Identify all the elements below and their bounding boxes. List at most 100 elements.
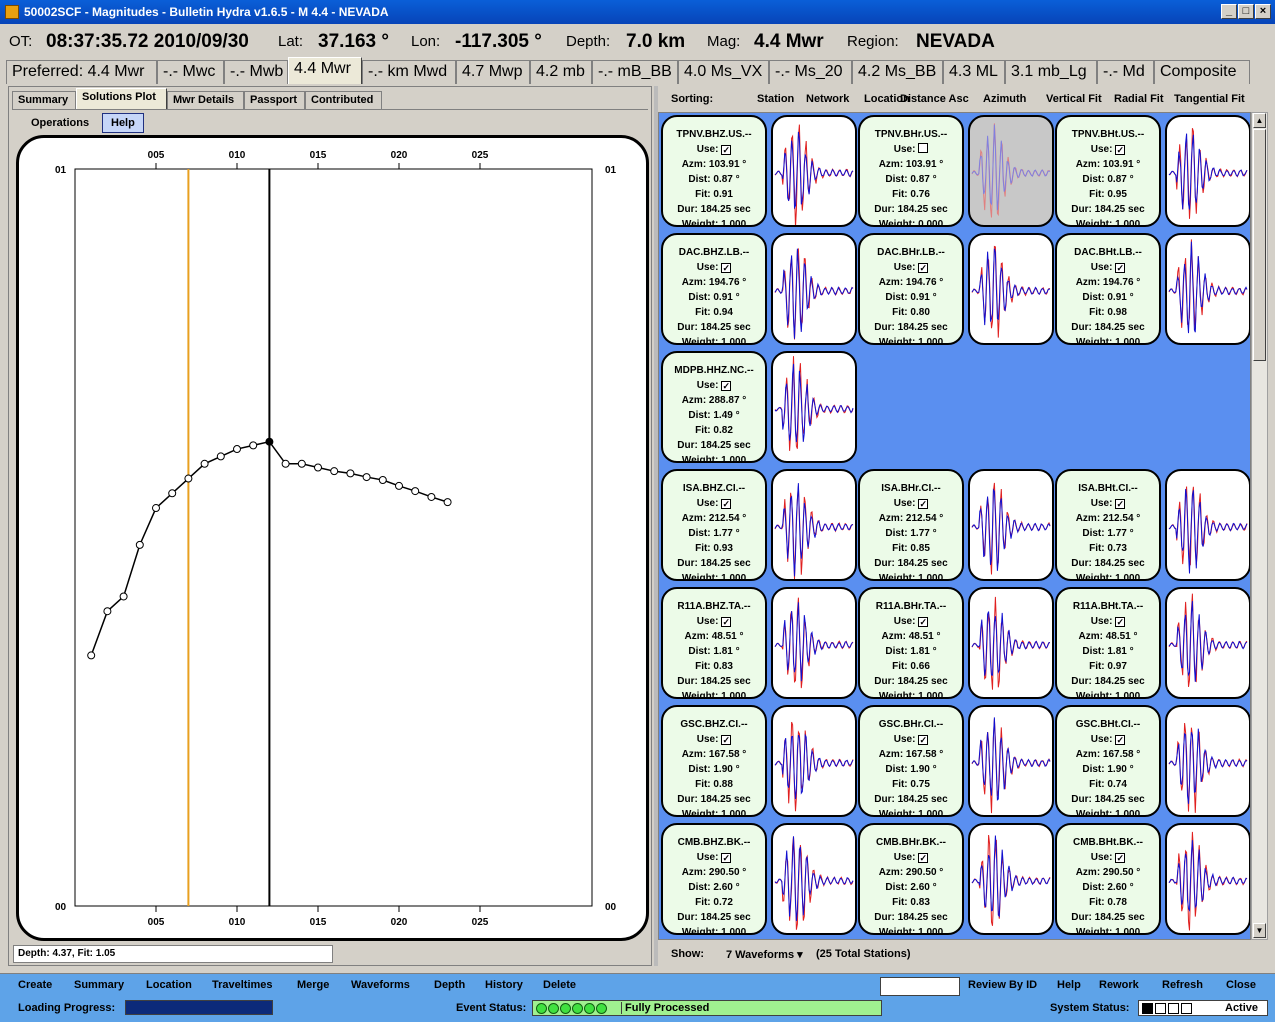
menu-history[interactable]: History xyxy=(485,979,523,991)
use-checkbox[interactable]: ✓ xyxy=(918,853,929,863)
use-checkbox[interactable]: ✓ xyxy=(1115,145,1126,155)
use-checkbox[interactable]: ✓ xyxy=(721,381,732,391)
waveform-card[interactable] xyxy=(771,115,857,227)
use-checkbox[interactable]: ✓ xyxy=(1115,499,1126,509)
sort-station[interactable]: Station xyxy=(757,93,794,105)
scroll-down-arrow-icon[interactable]: ▼ xyxy=(1253,923,1266,938)
tab-mwc[interactable]: -.- Mwc xyxy=(157,60,224,84)
use-checkbox[interactable]: ✓ xyxy=(1115,617,1126,627)
use-checkbox[interactable]: ✓ xyxy=(918,499,929,509)
waveform-card[interactable] xyxy=(968,115,1054,227)
use-checkbox[interactable]: ✓ xyxy=(721,499,732,509)
waveform-card[interactable] xyxy=(1165,823,1250,935)
station-info-card[interactable]: DAC.BHZ.LB.-- Use: ✓ Azm: 194.76 ° Dist: 0.… xyxy=(661,233,767,345)
maximize-button[interactable]: □ xyxy=(1238,4,1254,19)
help-plot-button[interactable]: Help xyxy=(102,113,144,133)
menu-create[interactable]: Create xyxy=(18,979,52,991)
station-info-card[interactable]: CMB.BHt.BK.-- Use: ✓ Azm: 290.50 ° Dist: 2.… xyxy=(1055,823,1161,935)
tab-mwr-details[interactable]: Mwr Details xyxy=(167,91,244,109)
station-info-card[interactable]: ISA.BHr.CI.-- Use: ✓ Azm: 212.54 ° Dist: 1.… xyxy=(858,469,964,581)
waveform-card[interactable] xyxy=(771,351,857,463)
station-info-card[interactable]: R11A.BHZ.TA.-- Use: ✓ Azm: 48.51 ° Dist: 1.… xyxy=(661,587,767,699)
station-info-card[interactable]: ISA.BHt.CI.-- Use: ✓ Azm: 212.54 ° Dist: 1.… xyxy=(1055,469,1161,581)
menu-close[interactable]: Close xyxy=(1226,979,1256,991)
tab-mb-lg[interactable]: 3.1 mb_Lg xyxy=(1005,60,1097,84)
station-info-card[interactable]: TPNV.BHt.US.-- Use: ✓ Azm: 103.91 ° Dist: 0… xyxy=(1055,115,1161,227)
tab-mwp[interactable]: 4.7 Mwp xyxy=(456,60,530,84)
station-info-card[interactable]: DAC.BHr.LB.-- Use: ✓ Azm: 194.76 ° Dist: 0.… xyxy=(858,233,964,345)
close-window-button[interactable]: × xyxy=(1255,4,1271,19)
use-checkbox[interactable]: ✓ xyxy=(918,617,929,627)
sort-radial-fit[interactable]: Radial Fit xyxy=(1114,93,1164,105)
waveform-card[interactable] xyxy=(1165,233,1250,345)
review-id-input[interactable] xyxy=(880,977,960,996)
waveform-card[interactable] xyxy=(968,823,1054,935)
use-checkbox[interactable]: ✓ xyxy=(1115,263,1126,273)
waveform-card[interactable] xyxy=(1165,115,1250,227)
tab-composite[interactable]: Composite xyxy=(1154,60,1250,84)
grid-scrollbar[interactable]: ▲ ▼ xyxy=(1251,112,1268,940)
sort-network[interactable]: Network xyxy=(806,93,849,105)
use-checkbox[interactable]: ✓ xyxy=(721,735,732,745)
use-checkbox[interactable]: ✓ xyxy=(1115,853,1126,863)
waveform-card[interactable] xyxy=(771,233,857,345)
tab-mb-bb[interactable]: -.- mB_BB xyxy=(592,60,678,84)
sort-tangential-fit[interactable]: Tangential Fit xyxy=(1174,93,1245,105)
scroll-thumb[interactable] xyxy=(1253,129,1266,361)
menu-review-by-id[interactable]: Review By ID xyxy=(968,979,1037,991)
tab-mwd[interactable]: -.- km Mwd xyxy=(362,60,456,84)
station-info-card[interactable]: CMB.BHr.BK.-- Use: ✓ Azm: 290.50 ° Dist: 2.… xyxy=(858,823,964,935)
station-info-card[interactable]: R11A.BHt.TA.-- Use: ✓ Azm: 48.51 ° Dist: 1.… xyxy=(1055,587,1161,699)
waveform-card[interactable] xyxy=(771,823,857,935)
use-checkbox[interactable]: ✓ xyxy=(918,263,929,273)
use-checkbox[interactable]: ✓ xyxy=(918,735,929,745)
menu-merge[interactable]: Merge xyxy=(297,979,329,991)
waveform-card[interactable] xyxy=(968,587,1054,699)
tab-ml[interactable]: 4.3 ML xyxy=(943,60,1005,84)
tab-passport[interactable]: Passport xyxy=(244,91,305,109)
waveform-card[interactable] xyxy=(1165,469,1250,581)
tab-solutions-plot[interactable]: Solutions Plot xyxy=(76,88,167,109)
use-checkbox[interactable] xyxy=(918,143,929,153)
station-info-card[interactable]: GSC.BHZ.CI.-- Use: ✓ Azm: 167.58 ° Dist: 1.… xyxy=(661,705,767,817)
station-info-card[interactable]: TPNV.BHr.US.-- Use: Azm: 103.91 ° Dist: 0.… xyxy=(858,115,964,227)
tab-preferred[interactable]: Preferred: 4.4 Mwr xyxy=(6,60,157,84)
tab-ms-bb[interactable]: 4.2 Ms_BB xyxy=(852,60,943,84)
tab-summary[interactable]: Summary xyxy=(12,91,76,109)
waveform-card[interactable] xyxy=(1165,587,1250,699)
waveform-card[interactable] xyxy=(771,587,857,699)
station-info-card[interactable]: GSC.BHt.CI.-- Use: ✓ Azm: 167.58 ° Dist: 1.… xyxy=(1055,705,1161,817)
tab-ms-vx[interactable]: 4.0 Ms_VX xyxy=(678,60,769,84)
sort-azimuth[interactable]: Azimuth xyxy=(983,93,1026,105)
station-info-card[interactable]: R11A.BHr.TA.-- Use: ✓ Azm: 48.51 ° Dist: 1.… xyxy=(858,587,964,699)
waveform-card[interactable] xyxy=(771,469,857,581)
tab-contributed[interactable]: Contributed xyxy=(305,91,382,109)
use-checkbox[interactable]: ✓ xyxy=(721,853,732,863)
menu-delete[interactable]: Delete xyxy=(543,979,576,991)
menu-help[interactable]: Help xyxy=(1057,979,1081,991)
sort-distance-asc[interactable]: Distance Asc xyxy=(900,93,969,105)
waveform-card[interactable] xyxy=(771,705,857,817)
menu-rework[interactable]: Rework xyxy=(1099,979,1139,991)
tab-mwb[interactable]: -.- Mwb xyxy=(224,60,288,84)
station-info-card[interactable]: ISA.BHZ.CI.-- Use: ✓ Azm: 212.54 ° Dist: 1.… xyxy=(661,469,767,581)
waveform-card[interactable] xyxy=(968,469,1054,581)
tab-md[interactable]: -.- Md xyxy=(1097,60,1154,84)
station-info-card[interactable]: CMB.BHZ.BK.-- Use: ✓ Azm: 290.50 ° Dist: 2.… xyxy=(661,823,767,935)
waveform-card[interactable] xyxy=(1165,705,1250,817)
station-info-card[interactable]: TPNV.BHZ.US.-- Use: ✓ Azm: 103.91 ° Dist: 0… xyxy=(661,115,767,227)
station-info-card[interactable]: DAC.BHt.LB.-- Use: ✓ Azm: 194.76 ° Dist: 0.… xyxy=(1055,233,1161,345)
menu-traveltimes[interactable]: Traveltimes xyxy=(212,979,273,991)
station-info-card[interactable]: GSC.BHr.CI.-- Use: ✓ Azm: 167.58 ° Dist: 1.… xyxy=(858,705,964,817)
menu-refresh[interactable]: Refresh xyxy=(1162,979,1203,991)
show-dropdown[interactable]: 7 Waveforms ▾ xyxy=(726,948,803,961)
use-checkbox[interactable]: ✓ xyxy=(721,263,732,273)
menu-location[interactable]: Location xyxy=(146,979,192,991)
operations-button[interactable]: Operations xyxy=(23,115,97,131)
scroll-up-arrow-icon[interactable]: ▲ xyxy=(1253,113,1266,128)
station-info-card[interactable]: MDPB.HHZ.NC.-- Use: ✓ Azm: 288.87 ° Dist: 1… xyxy=(661,351,767,463)
sort-vertical-fit[interactable]: Vertical Fit xyxy=(1046,93,1102,105)
use-checkbox[interactable]: ✓ xyxy=(721,617,732,627)
use-checkbox[interactable]: ✓ xyxy=(1115,735,1126,745)
tab-ms-20[interactable]: -.- Ms_20 xyxy=(769,60,852,84)
